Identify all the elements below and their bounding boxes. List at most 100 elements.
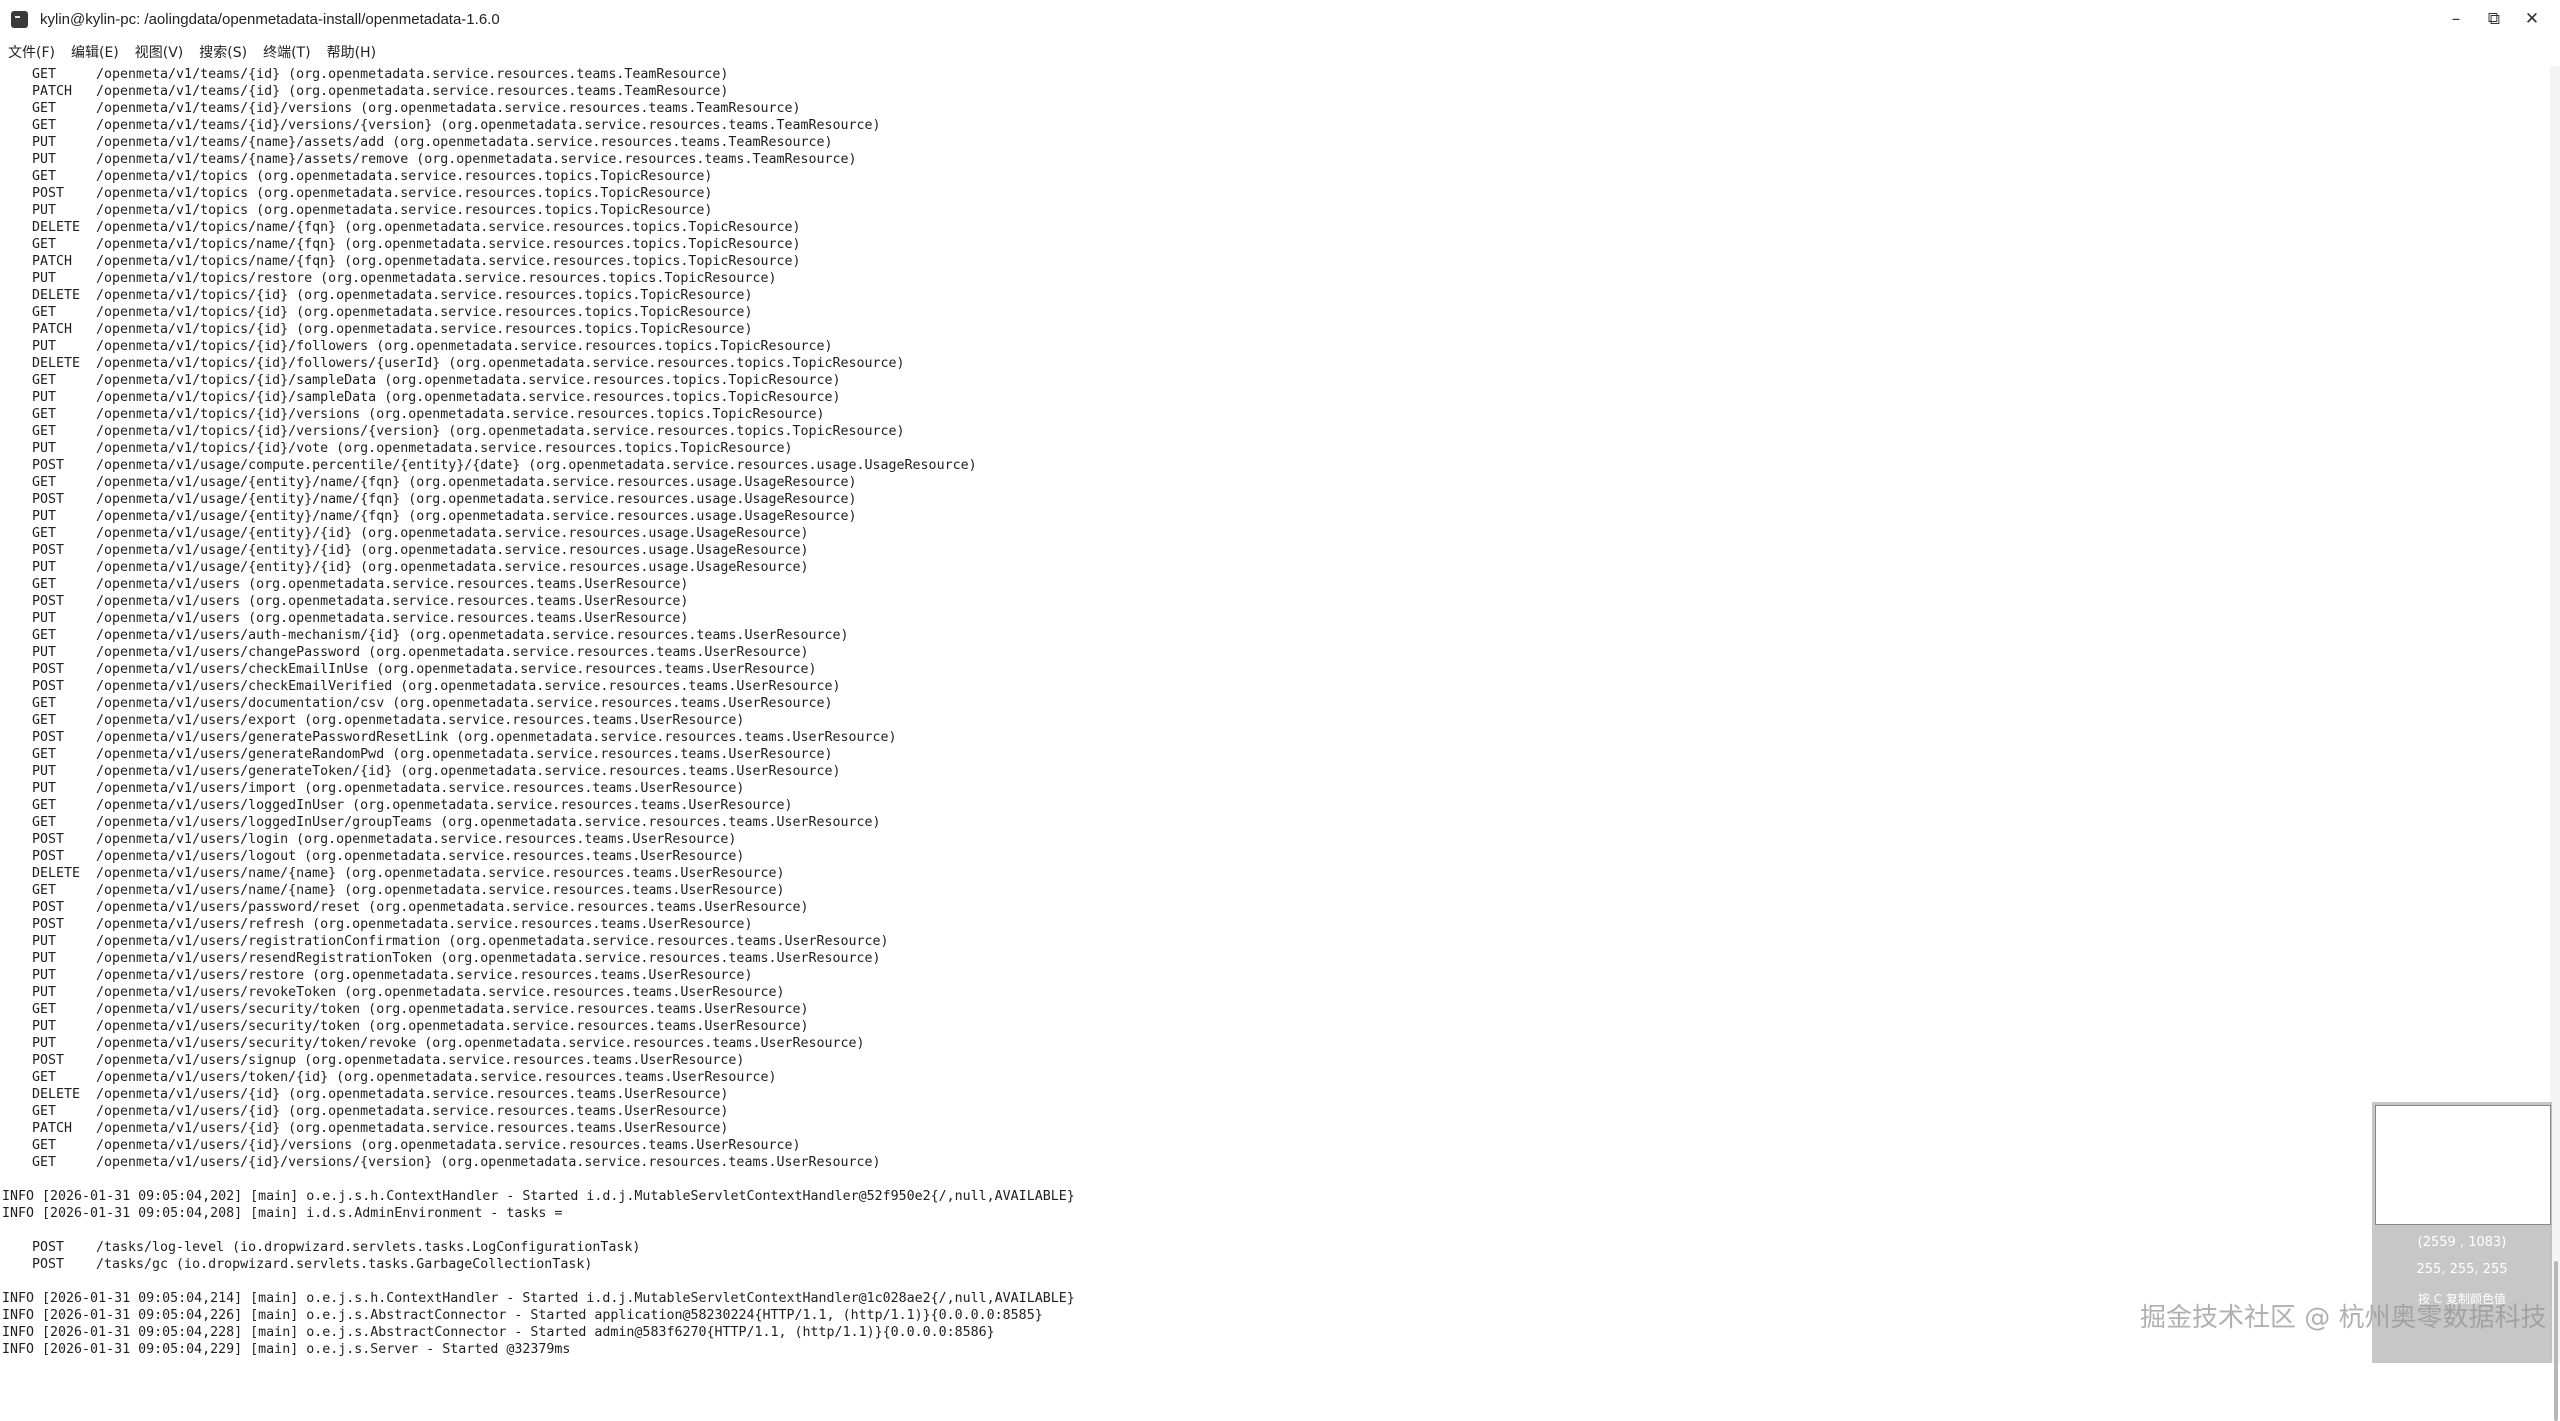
route-line: GET/openmeta/v1/topics (org.openmetadata… <box>2 168 2552 185</box>
route-path: /openmeta/v1/users/signup (org.openmetad… <box>96 1053 745 1068</box>
route-path: /openmeta/v1/usage/{entity}/name/{fqn} (… <box>96 475 857 490</box>
route-line: PUT/openmeta/v1/users/resendRegistration… <box>2 950 2552 967</box>
route-path: /openmeta/v1/users/{id}/versions (org.op… <box>96 1138 801 1153</box>
route-path: /openmeta/v1/teams/{id} (org.openmetadat… <box>96 84 729 99</box>
http-method: PUT <box>32 203 57 218</box>
http-method: POST <box>32 458 65 473</box>
route-path: /openmeta/v1/usage/{entity}/{id} (org.op… <box>96 526 809 541</box>
http-method: POST <box>32 1257 65 1272</box>
route-path: /openmeta/v1/users/security/token (org.o… <box>96 1019 809 1034</box>
route-path: /openmeta/v1/users/registrationConfirmat… <box>96 934 889 949</box>
http-method: GET <box>32 1104 57 1119</box>
route-line: GET/openmeta/v1/users/name/{name} (org.o… <box>2 882 2552 899</box>
menu-view[interactable]: 视图(V) <box>127 42 192 62</box>
http-method: DELETE <box>32 288 81 303</box>
maximize-button[interactable]: ⧉ <box>2478 3 2510 35</box>
route-line: GET/openmeta/v1/users/{id} (org.openmeta… <box>2 1103 2552 1120</box>
route-path: /openmeta/v1/topics/{id}/versions (org.o… <box>96 407 825 422</box>
route-path: /openmeta/v1/usage/{entity}/name/{fqn} (… <box>96 509 857 524</box>
menu-terminal[interactable]: 终端(T) <box>255 42 318 62</box>
route-line: PUT/openmeta/v1/users (org.openmetadata.… <box>2 610 2552 627</box>
menu-help[interactable]: 帮助(H) <box>319 42 384 62</box>
http-method: GET <box>32 526 57 541</box>
terminal-output[interactable]: GET/openmeta/v1/teams/{id} (org.openmeta… <box>0 66 2552 1363</box>
route-path: /openmeta/v1/topics/{id}/vote (org.openm… <box>96 441 793 456</box>
route-line: GET/openmeta/v1/usage/{entity}/{id} (org… <box>2 525 2552 542</box>
route-line: PUT/openmeta/v1/users/generateToken/{id}… <box>2 763 2552 780</box>
http-method: PATCH <box>32 84 73 99</box>
route-line: PUT/openmeta/v1/users/revokeToken (org.o… <box>2 984 2552 1001</box>
watermark: 掘金技术社区 @ 杭州奥零数据科技 <box>2140 1303 2547 1333</box>
http-method: GET <box>32 1002 57 1017</box>
route-line: POST/openmeta/v1/usage/compute.percentil… <box>2 457 2552 474</box>
route-line: PATCH/openmeta/v1/topics/name/{fqn} (org… <box>2 253 2552 270</box>
http-method: GET <box>32 237 57 252</box>
http-method: POST <box>32 492 65 507</box>
route-path: /openmeta/v1/users/loggedInUser (org.ope… <box>96 798 793 813</box>
route-line: PUT/openmeta/v1/users/security/token/rev… <box>2 1035 2552 1052</box>
http-method: GET <box>32 883 57 898</box>
window-titlebar[interactable]: kylin@kylin-pc: /aolingdata/openmetadata… <box>0 0 2560 38</box>
minimize-button[interactable]: – <box>2440 3 2472 35</box>
log-line: INFO [2026-01-31 09:05:04,229] [main] o.… <box>2 1342 571 1357</box>
route-line: GET/openmeta/v1/users/loggedInUser (org.… <box>2 797 2552 814</box>
http-method: PATCH <box>32 1121 73 1136</box>
log-line: INFO [2026-01-31 09:05:04,208] [main] i.… <box>2 1206 563 1221</box>
menu-edit[interactable]: 编辑(E) <box>63 42 127 62</box>
http-method: GET <box>32 101 57 116</box>
picker-coordinates: (2559 , 1083) <box>2417 1235 2507 1250</box>
route-path: /openmeta/v1/users/logout (org.openmetad… <box>96 849 745 864</box>
route-path: /openmeta/v1/users/checkEmailInUse (org.… <box>96 662 817 677</box>
route-path: /openmeta/v1/teams/{name}/assets/add (or… <box>96 135 833 150</box>
http-method: DELETE <box>32 866 81 881</box>
route-path: /openmeta/v1/users/name/{name} (org.open… <box>96 866 785 881</box>
menu-bar: 文件(F) 编辑(E) 视图(V) 搜索(S) 终端(T) 帮助(H) <box>0 38 2560 66</box>
menu-file[interactable]: 文件(F) <box>0 42 63 62</box>
route-path: /openmeta/v1/users/restore (org.openmeta… <box>96 968 753 983</box>
http-method: PUT <box>32 271 57 286</box>
http-method: POST <box>32 832 65 847</box>
http-method: PUT <box>32 934 57 949</box>
http-method: PUT <box>32 968 57 983</box>
close-button[interactable]: ✕ <box>2516 3 2548 35</box>
route-line: POST/openmeta/v1/topics (org.openmetadat… <box>2 185 2552 202</box>
route-line: POST/openmeta/v1/usage/{entity}/name/{fq… <box>2 491 2552 508</box>
route-line: POST/openmeta/v1/users/checkEmailVerifie… <box>2 678 2552 695</box>
scrollbar-thumb[interactable] <box>2554 1261 2558 1421</box>
route-path: /openmeta/v1/topics/{id}/versions/{versi… <box>96 424 905 439</box>
route-line: GET/openmeta/v1/users/documentation/csv … <box>2 695 2552 712</box>
route-path: /openmeta/v1/users/refresh (org.openmeta… <box>96 917 753 932</box>
route-path: /openmeta/v1/users/{id}/versions/{versio… <box>96 1155 881 1170</box>
http-method: PATCH <box>32 322 73 337</box>
http-method: GET <box>32 424 57 439</box>
route-path: /openmeta/v1/users/auth-mechanism/{id} (… <box>96 628 849 643</box>
route-line: POST/openmeta/v1/users/signup (org.openm… <box>2 1052 2552 1069</box>
prompt-line <box>2 1358 2552 1363</box>
menu-search[interactable]: 搜索(S) <box>191 42 255 62</box>
http-method: GET <box>32 118 57 133</box>
http-method: POST <box>32 849 65 864</box>
route-line: PUT/openmeta/v1/teams/{name}/assets/add … <box>2 134 2552 151</box>
http-method: PUT <box>32 441 57 456</box>
http-method: POST <box>32 917 65 932</box>
http-method: DELETE <box>32 1087 81 1102</box>
http-method: PUT <box>32 509 57 524</box>
route-path: /openmeta/v1/users/name/{name} (org.open… <box>96 883 785 898</box>
route-line: GET/openmeta/v1/topics/{id} (org.openmet… <box>2 304 2552 321</box>
route-path: /openmeta/v1/topics/restore (org.openmet… <box>96 271 777 286</box>
route-line: PATCH/openmeta/v1/users/{id} (org.openme… <box>2 1120 2552 1137</box>
route-path: /openmeta/v1/users/{id} (org.openmetadat… <box>96 1121 729 1136</box>
route-path: /openmeta/v1/topics/{id} (org.openmetada… <box>96 322 753 337</box>
route-path: /openmeta/v1/topics/{id}/sampleData (org… <box>96 390 841 405</box>
http-method: PUT <box>32 560 57 575</box>
route-path: /openmeta/v1/users (org.openmetadata.ser… <box>96 611 689 626</box>
http-method: POST <box>32 1240 65 1255</box>
route-path: /openmeta/v1/users/security/token/revoke… <box>96 1036 865 1051</box>
route-line: GET/openmeta/v1/users/token/{id} (org.op… <box>2 1069 2552 1086</box>
route-line: GET/openmeta/v1/users/{id}/versions/{ver… <box>2 1154 2552 1171</box>
route-line: POST/openmeta/v1/users/checkEmailInUse (… <box>2 661 2552 678</box>
route-path: /tasks/gc (io.dropwizard.servlets.tasks.… <box>96 1257 593 1272</box>
